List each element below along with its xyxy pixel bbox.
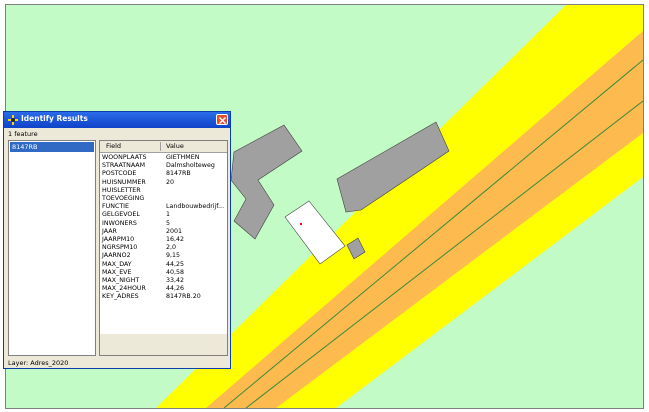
feature-list[interactable]: 8147RB (8, 140, 96, 356)
field-value: 9,15 (166, 252, 181, 260)
table-row[interactable]: GELGEVOEL 1 (100, 211, 227, 219)
road-line-upper (223, 59, 643, 408)
table-row[interactable]: JAARNO2 9,15 (100, 252, 227, 260)
feature-list-item[interactable]: 8147RB (10, 142, 94, 152)
title-bar[interactable]: Identify Results (4, 112, 230, 128)
field-value: 2001 (166, 227, 183, 235)
field-value: 44,25 (166, 260, 185, 268)
field-value: 1 (166, 211, 171, 219)
table-row[interactable]: JAARPM10 16,42 (100, 236, 227, 244)
field-name: JAARPM10 (102, 236, 135, 243)
field-name: HUISLETTER (102, 186, 141, 194)
header-separator[interactable] (160, 142, 161, 151)
table-row[interactable]: MAX_NIGHT 33,42 (100, 277, 227, 285)
identify-results-window[interactable]: Identify Results 1 feature 8147RB Field … (3, 111, 231, 369)
table-row[interactable]: FUNCTIE Landbouwbedrijf... (100, 203, 227, 211)
table-row[interactable]: STRAATNAAM Dalmsholteweg (100, 162, 227, 170)
table-row[interactable]: MAX_24HOUR 44,26 (100, 285, 227, 293)
close-icon (219, 116, 226, 124)
field-name: JAARNO2 (102, 252, 131, 260)
field-value: 40,58 (166, 268, 185, 276)
field-value: 2,0 (166, 244, 177, 252)
header-field[interactable]: Field (106, 142, 121, 150)
table-row[interactable]: MAX_DAY 44,25 (100, 261, 227, 269)
field-value: 8147RB (166, 170, 191, 178)
field-name: TOEVOEGING (102, 195, 145, 202)
field-value: 33,42 (166, 277, 185, 284)
field-name: POSTCODE (102, 170, 137, 178)
table-row[interactable]: WOONPLAATS GIETHMEN (100, 154, 227, 162)
field-name: MAX_DAY (102, 260, 132, 268)
feature-count: 1 feature (8, 130, 38, 138)
selection-point (300, 223, 302, 225)
table-row[interactable]: KEY_ADRES 8147RB.20 (100, 293, 227, 301)
close-button[interactable] (216, 114, 228, 125)
field-value: 5 (166, 219, 171, 227)
identify-icon (8, 115, 18, 125)
field-name: STRAATNAAM (102, 162, 146, 170)
table-row[interactable]: MAX_EVE 40,58 (100, 269, 227, 277)
field-value: 8147RB.20 (166, 293, 201, 301)
field-name: INWONERS (102, 219, 137, 227)
field-name: JAAR (102, 227, 117, 235)
field-name: NGRSPM10 (102, 244, 138, 252)
field-value: 44,26 (166, 285, 185, 293)
field-name: FUNCTIE (102, 203, 130, 211)
field-name: WOONPLAATS (102, 154, 147, 161)
table-row[interactable]: NGRSPM10 2,0 (100, 244, 227, 252)
table-row[interactable]: HUISLETTER (100, 187, 227, 195)
table-empty-area (100, 334, 227, 355)
field-name: HUISNUMMER (102, 178, 146, 186)
field-name: MAX_EVE (102, 268, 132, 276)
table-row[interactable]: INWONERS 5 (100, 220, 227, 228)
table-header: Field Value (100, 141, 227, 153)
table-row[interactable]: HUISNUMMER 20 (100, 179, 227, 187)
table-row[interactable]: JAAR 2001 (100, 228, 227, 236)
table-row[interactable]: POSTCODE 8147RB (100, 170, 227, 178)
window-title: Identify Results (21, 114, 88, 123)
field-value: GIETHMEN (166, 154, 200, 161)
layer-label: Layer: Adres_2020 (8, 359, 69, 367)
table-row[interactable]: TOEVOEGING (100, 195, 227, 203)
field-name: MAX_24HOUR (102, 285, 146, 293)
field-name: MAX_NIGHT (102, 277, 140, 284)
field-name: KEY_ADRES (102, 293, 139, 301)
attribute-table[interactable]: Field Value WOONPLAATS GIETHMEN STRAATNAAM… (99, 140, 228, 356)
header-value[interactable]: Value (166, 142, 184, 150)
field-name: GELGEVOEL (102, 211, 140, 219)
field-value: Dalmsholteweg (166, 162, 215, 170)
field-value: 20 (166, 178, 175, 186)
field-value: 16,42 (166, 236, 185, 243)
field-value: Landbouwbedrijf... (166, 203, 225, 211)
